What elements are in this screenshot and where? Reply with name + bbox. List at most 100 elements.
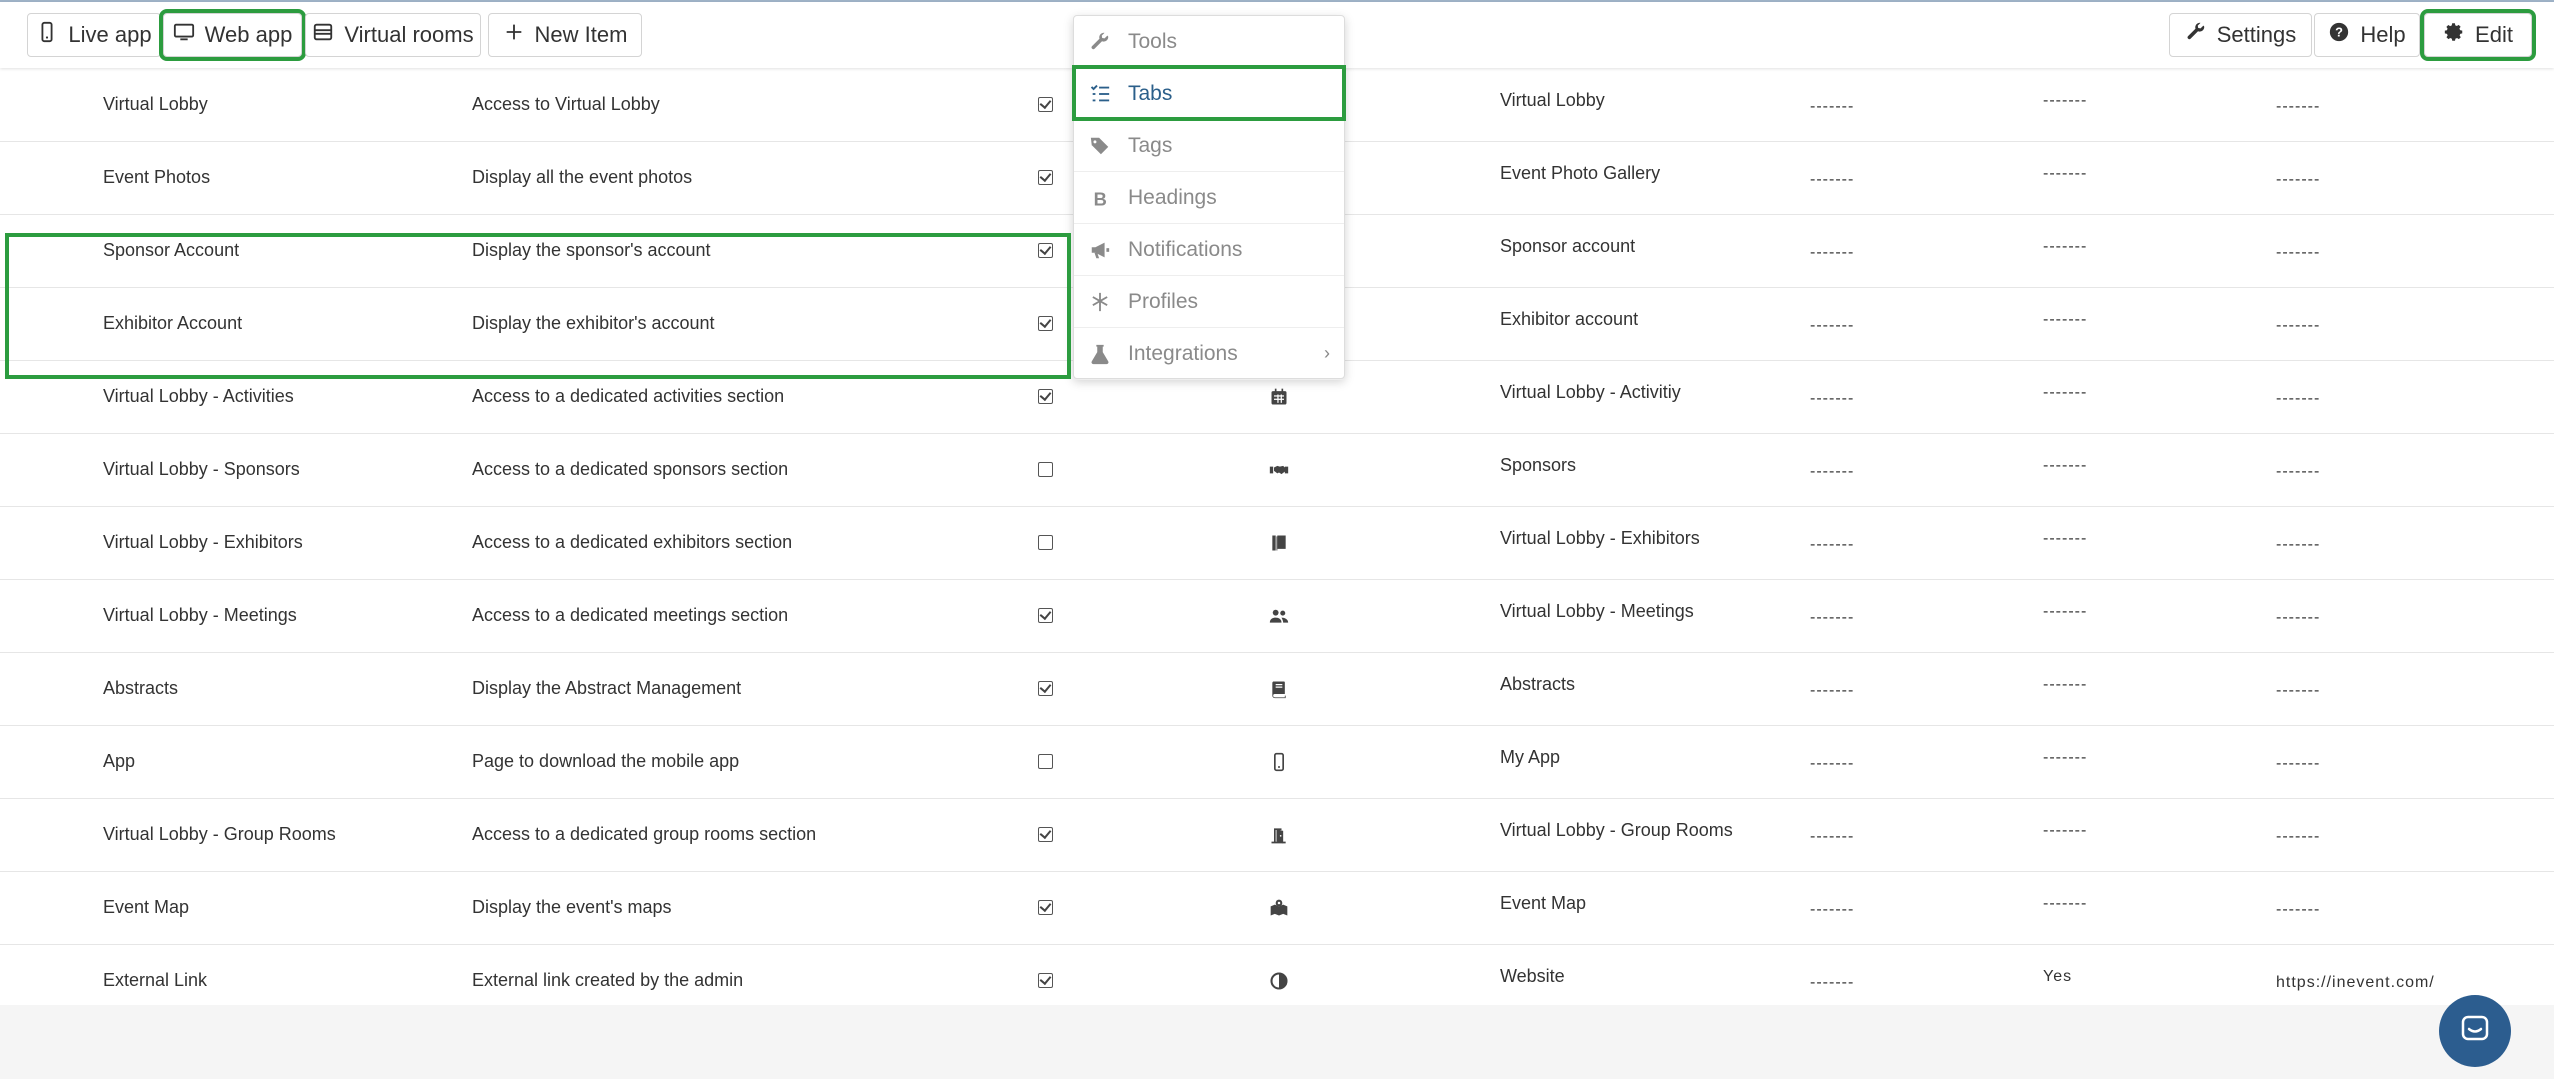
- row-description: Display the event's maps: [472, 897, 672, 917]
- menu-item-tools[interactable]: Tools: [1074, 16, 1344, 68]
- virtual-rooms-label: Virtual rooms: [344, 22, 474, 47]
- row-field-3: -------: [2276, 97, 2321, 115]
- row-field-2: -------: [2043, 529, 2088, 547]
- mobile-icon: [1267, 725, 1291, 798]
- new-item-label: New Item: [534, 22, 628, 47]
- row-enabled-checkbox[interactable]: [1036, 725, 1054, 798]
- row-tab-name: My App: [1500, 747, 1561, 767]
- row-field-2: -------: [2043, 383, 2088, 401]
- wrench-icon: [2185, 21, 2207, 49]
- desktop-icon: [173, 21, 195, 49]
- new-item-button[interactable]: New Item: [488, 13, 642, 57]
- row-name: Virtual Lobby: [103, 94, 208, 114]
- plus-icon: [503, 21, 525, 49]
- row-tab-name: Event Photo Gallery: [1500, 163, 1661, 183]
- row-tab-name: Virtual Lobby - Exhibitors: [1500, 528, 1700, 548]
- row-enabled-checkbox[interactable]: [1036, 433, 1054, 506]
- row-description: Access to a dedicated meetings section: [472, 605, 789, 625]
- row-tab-name: Virtual Lobby - Meetings: [1500, 601, 1694, 621]
- row-field-1: -------: [1810, 316, 1855, 334]
- svg-text:B: B: [1094, 188, 1107, 209]
- table-row[interactable]: Abstracts Display the Abstract Managemen…: [0, 652, 2554, 726]
- menu-item-label: Profiles: [1128, 289, 1199, 313]
- row-enabled-checkbox[interactable]: [1036, 287, 1054, 360]
- edit-button[interactable]: Edit: [2420, 9, 2536, 61]
- store-icon: [312, 21, 334, 49]
- row-field-2: -------: [2043, 237, 2088, 255]
- table-row[interactable]: Virtual Lobby - Meetings Access to a ded…: [0, 579, 2554, 653]
- menu-item-notifications[interactable]: Notifications: [1074, 224, 1344, 276]
- map-marked-icon: [1267, 871, 1291, 944]
- row-field-2: -------: [2043, 602, 2088, 620]
- table-row[interactable]: Virtual Lobby - Group Rooms Access to a …: [0, 798, 2554, 872]
- list-check-icon: [1088, 82, 1112, 106]
- row-enabled-checkbox[interactable]: [1036, 68, 1054, 141]
- row-name: Virtual Lobby - Activities: [103, 386, 294, 406]
- chevron-right-icon: ›: [1324, 343, 1330, 363]
- row-field-2: -------: [2043, 310, 2088, 328]
- menu-item-label: Tools: [1128, 29, 1178, 53]
- row-enabled-checkbox[interactable]: [1036, 360, 1054, 433]
- row-field-3: -------: [2276, 900, 2321, 918]
- row-name: Sponsor Account: [103, 240, 240, 260]
- chat-icon: [2457, 1011, 2493, 1052]
- help-button[interactable]: ? Help: [2314, 13, 2420, 57]
- row-enabled-checkbox[interactable]: [1036, 652, 1054, 725]
- web-app-button[interactable]: Web app: [159, 9, 306, 61]
- row-field-1: -------: [1810, 535, 1855, 553]
- book-icon: [1267, 652, 1291, 725]
- row-description: Page to download the mobile app: [472, 751, 740, 771]
- row-enabled-checkbox[interactable]: [1036, 506, 1054, 579]
- row-tab-name: Virtual Lobby: [1500, 90, 1605, 110]
- row-field-2: -------: [2043, 456, 2088, 474]
- row-field-3: -------: [2276, 754, 2321, 772]
- settings-button[interactable]: Settings: [2169, 13, 2312, 57]
- row-name: App: [103, 751, 136, 771]
- row-enabled-checkbox[interactable]: [1036, 871, 1054, 944]
- settings-label: Settings: [2216, 22, 2297, 47]
- row-field-2: Yes: [2043, 967, 2073, 985]
- row-field-3: -------: [2276, 170, 2321, 188]
- live-app-button[interactable]: Live app: [27, 13, 161, 57]
- row-tab-name: Exhibitor account: [1500, 309, 1639, 329]
- bottom-bar: [0, 1005, 2554, 1079]
- handshake-icon: [1267, 433, 1291, 506]
- book-open-icon: [1267, 506, 1291, 579]
- chat-launcher-button[interactable]: [2439, 995, 2511, 1067]
- row-field-3: -------: [2276, 827, 2321, 845]
- web-app-label: Web app: [204, 22, 293, 47]
- menu-item-headings[interactable]: B Headings: [1074, 172, 1344, 224]
- row-name: Event Map: [103, 897, 190, 917]
- row-tab-name: Virtual Lobby - Activitiy: [1500, 382, 1681, 402]
- row-tab-name: Website: [1500, 966, 1565, 986]
- row-enabled-checkbox[interactable]: [1036, 141, 1054, 214]
- menu-item-tabs[interactable]: Tabs: [1074, 68, 1344, 120]
- table-row[interactable]: App Page to download the mobile app My A…: [0, 725, 2554, 799]
- svg-text:?: ?: [2335, 25, 2343, 40]
- table-row[interactable]: Virtual Lobby - Exhibitors Access to a d…: [0, 506, 2554, 580]
- table-row[interactable]: Virtual Lobby - Sponsors Access to a ded…: [0, 433, 2554, 507]
- row-field-3: -------: [2276, 316, 2321, 334]
- row-name: Abstracts: [103, 678, 179, 698]
- gear-icon: [2443, 21, 2465, 49]
- menu-item-integrations[interactable]: Integrations ›: [1074, 328, 1344, 380]
- menu-item-label: Tags: [1128, 133, 1173, 157]
- row-field-3: -------: [2276, 462, 2321, 480]
- row-name: Virtual Lobby - Meetings: [103, 605, 297, 625]
- row-field-2: -------: [2043, 821, 2088, 839]
- table-row[interactable]: Event Map Display the event's maps Event…: [0, 871, 2554, 945]
- row-enabled-checkbox[interactable]: [1036, 214, 1054, 287]
- menu-item-profiles[interactable]: Profiles: [1074, 276, 1344, 328]
- door-open-icon: [1267, 798, 1291, 871]
- row-field-3: -------: [2276, 389, 2321, 407]
- row-enabled-checkbox[interactable]: [1036, 798, 1054, 871]
- menu-item-tags[interactable]: Tags: [1074, 120, 1344, 172]
- menu-item-label: Tabs: [1128, 81, 1173, 105]
- row-field-1: -------: [1810, 243, 1855, 261]
- virtual-rooms-button[interactable]: Virtual rooms: [305, 13, 481, 57]
- row-field-3: -------: [2276, 608, 2321, 626]
- row-field-1: -------: [1810, 170, 1855, 188]
- row-description: Display the sponsor's account: [472, 240, 711, 260]
- row-description: Access to a dedicated exhibitors section: [472, 532, 793, 552]
- row-enabled-checkbox[interactable]: [1036, 579, 1054, 652]
